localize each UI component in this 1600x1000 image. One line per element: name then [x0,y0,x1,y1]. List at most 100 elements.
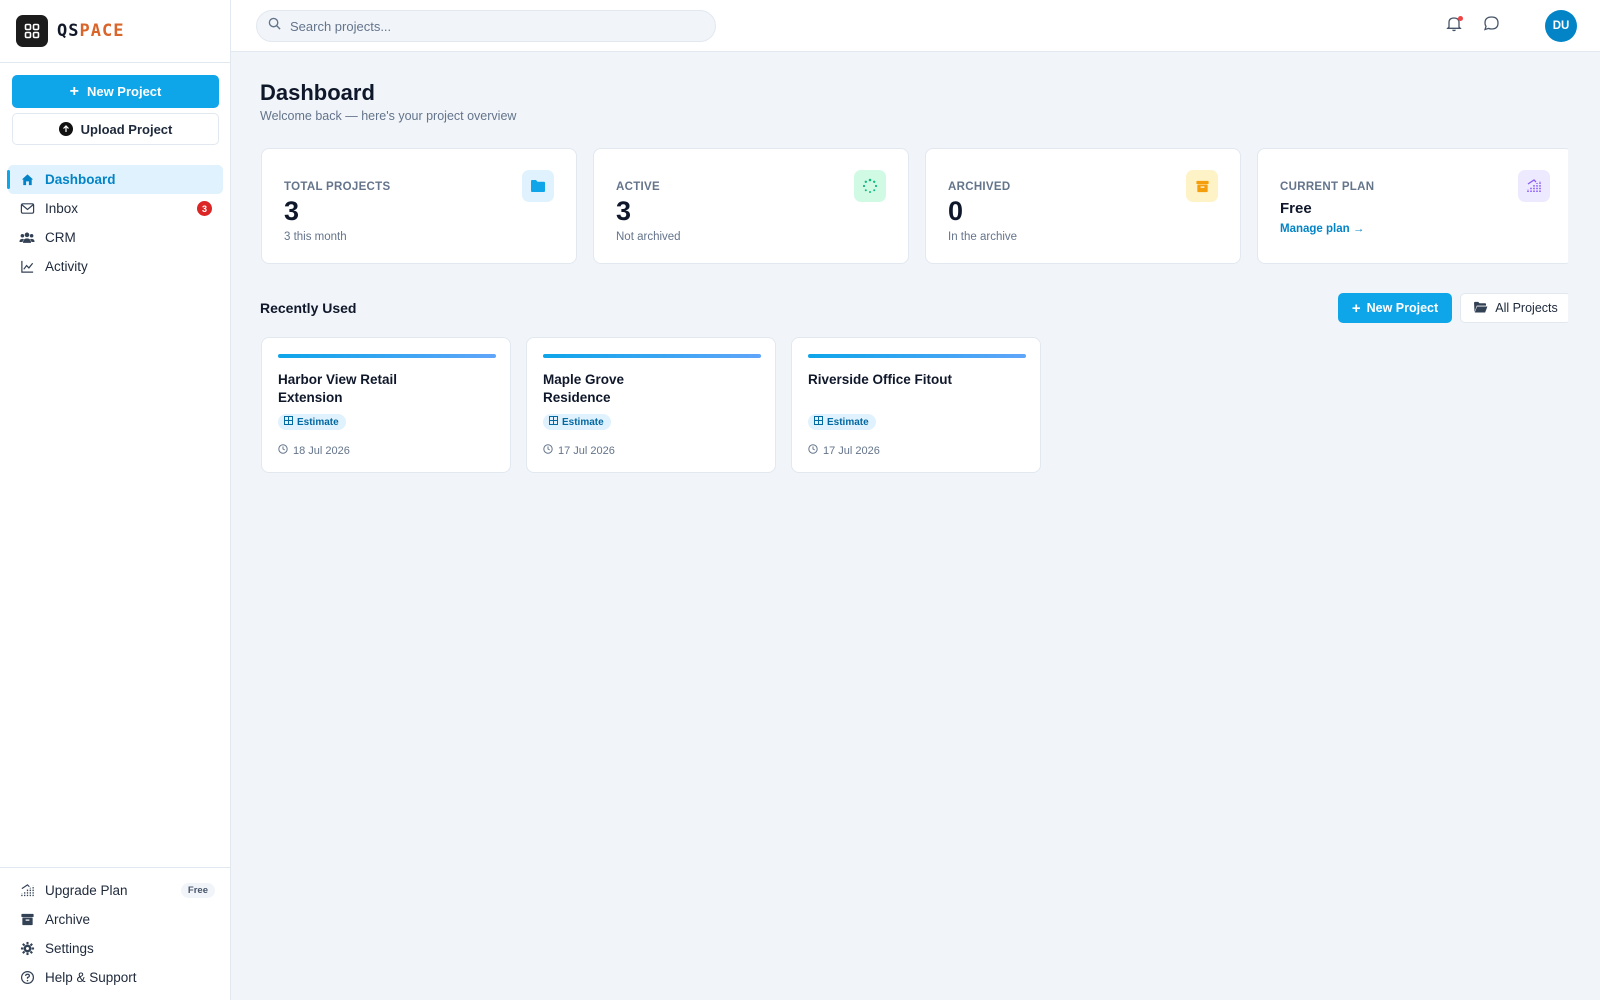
project-type-tag: Estimate [278,414,346,430]
sidebar-divider [0,867,230,868]
brand-logo[interactable]: QSPACE [0,0,230,63]
clock-icon [278,444,288,457]
page-title: Dashboard [260,80,375,105]
stat-card-total-projects: TOTAL PROJECTS 3 3 this month [261,148,577,264]
search-icon [268,17,281,35]
stat-card-active: ACTIVE 3 Not archived [593,148,909,264]
sidebar-item-label: Dashboard [45,172,116,187]
scrollbar-track[interactable] [1568,52,1600,1000]
gear-icon [19,941,35,957]
stat-label: CURRENT PLAN [1280,181,1375,193]
grid-icon [284,416,293,428]
sidebar-item-label: Settings [45,941,94,956]
project-type-tag: Estimate [808,414,876,430]
project-card[interactable]: Riverside Office Fitout Estimate 17 Jul … [791,337,1041,473]
plus-icon: + [69,82,79,100]
sidebar-bottom-nav: Upgrade Plan Free Archive Settings Help … [8,876,223,992]
sidebar-item-label: Help & Support [45,970,137,985]
stat-value: Free [1280,200,1312,217]
archive-icon [19,912,35,928]
project-date: 17 Jul 2026 [808,444,880,457]
search-bar[interactable] [256,10,716,42]
all-projects-label: All Projects [1495,301,1558,315]
chart-line-icon [19,259,35,275]
notification-dot [1458,16,1463,21]
stat-subtext: In the archive [948,231,1018,243]
project-name: Riverside Office Fitout [808,372,953,387]
grid-icon [549,416,558,428]
brand-name: QSPACE [57,21,124,41]
new-project-button[interactable]: + New Project [12,75,219,108]
sidebar-item-label: Upgrade Plan [45,883,128,898]
project-name: Harbor View Retail Extension [278,372,398,405]
avatar[interactable]: DU [1545,10,1577,42]
new-project-button-main[interactable]: + New Project [1338,293,1452,323]
stat-label: TOTAL PROJECTS [284,181,391,193]
mail-icon [19,201,35,217]
project-card[interactable]: Harbor View Retail Extension Estimate 18… [261,337,511,473]
folder-icon [522,170,554,202]
archive-box-icon [1186,170,1218,202]
recently-used-title: Recently Used [260,300,357,316]
page-subtitle: Welcome back — here's your project overv… [260,109,517,123]
sidebar-item-label: Archive [45,912,91,927]
stat-subtext: 3 this month [284,231,347,243]
sidebar-item-label: Inbox [45,201,79,216]
search-input[interactable] [290,18,690,34]
stat-card-current-plan: CURRENT PLAN Free Manage plan → [1257,148,1573,264]
manage-plan-link[interactable]: Manage plan → [1280,223,1364,235]
date-text: 17 Jul 2026 [823,444,880,457]
upload-project-button[interactable]: Upload Project [12,113,219,145]
sidebar-item-upgrade-plan[interactable]: Upgrade Plan Free [8,876,223,905]
inbox-count-badge: 3 [197,201,212,216]
sidebar-item-inbox[interactable]: Inbox 3 [8,194,223,223]
new-project-label: New Project [1366,301,1439,315]
messages-button[interactable] [1481,16,1501,36]
stat-value: 0 [948,196,964,226]
project-date: 17 Jul 2026 [543,444,615,457]
clock-icon [543,444,553,457]
all-projects-button[interactable]: All Projects [1460,293,1571,323]
sidebar-item-activity[interactable]: Activity [8,252,223,281]
clock-icon [808,444,818,457]
stat-value: 3 [284,196,300,226]
project-card[interactable]: Maple Grove Residence Estimate 17 Jul 20… [526,337,776,473]
folder-open-icon [1473,301,1488,316]
sidebar-item-dashboard[interactable]: Dashboard [7,165,223,194]
brand-name-part1: QS [57,21,80,41]
grid-logo-icon [16,15,48,47]
spinner-icon [854,170,886,202]
sidebar-item-help-support[interactable]: Help & Support [8,963,223,992]
upgrade-icon [19,883,35,899]
help-icon [19,970,35,986]
tag-label: Estimate [827,416,869,428]
stat-value: 3 [616,196,632,226]
stat-subtext: Not archived [616,231,681,243]
sidebar-item-archive[interactable]: Archive [8,905,223,934]
chat-bubble-icon [1483,15,1500,37]
stat-label: ACTIVE [616,181,660,193]
project-name: Maple Grove Residence [543,372,625,405]
plan-icon [1518,170,1550,202]
grid-icon [814,416,823,428]
card-accent-bar [808,354,1026,358]
sidebar-item-label: CRM [45,230,76,245]
tag-label: Estimate [562,416,604,428]
plan-pill: Free [180,883,215,898]
plus-icon: + [1351,299,1361,317]
project-type-tag: Estimate [543,414,611,430]
sidebar-nav: Dashboard Inbox 3 CRM Activity [7,165,223,281]
stat-label: ARCHIVED [948,181,1011,193]
brand-name-part2: PACE [79,21,125,41]
project-date: 18 Jul 2026 [278,444,350,457]
upload-project-label: Upload Project [80,121,173,137]
sidebar: QSPACE + New Project Upload Project Dash… [0,0,231,1000]
new-project-label: New Project [86,84,162,99]
users-icon [19,230,35,246]
stat-card-archived: ARCHIVED 0 In the archive [925,148,1241,264]
notifications-button[interactable] [1444,16,1464,36]
sidebar-item-crm[interactable]: CRM [8,223,223,252]
top-bar: DU [231,0,1600,52]
sidebar-item-label: Activity [45,259,88,274]
sidebar-item-settings[interactable]: Settings [8,934,223,963]
